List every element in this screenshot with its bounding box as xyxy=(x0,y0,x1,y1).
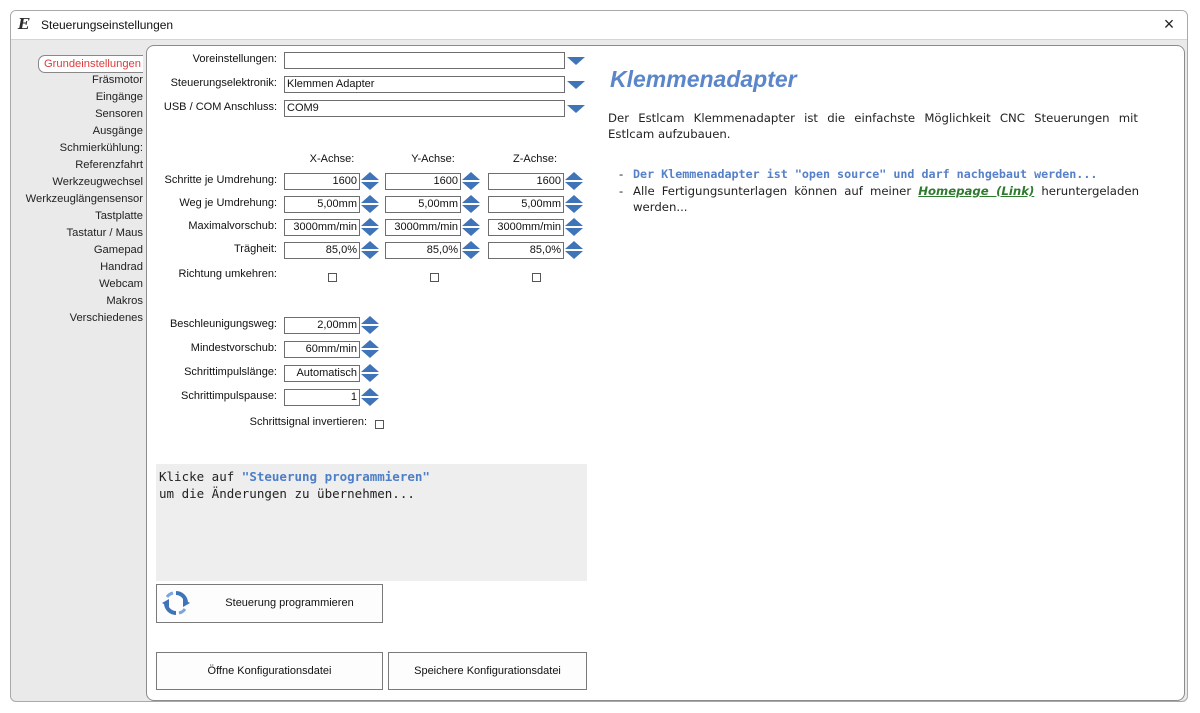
elektronik-label: Steuerungselektronik: xyxy=(170,77,277,89)
y-weg-spinner-icon[interactable] xyxy=(462,195,480,213)
z-schritte-input[interactable]: 1600 xyxy=(488,173,564,190)
x-axis-header: X-Achse: xyxy=(309,153,355,165)
z-axis-header: Z-Achse: xyxy=(512,153,557,165)
z-schritte-spinner-icon[interactable] xyxy=(565,172,583,190)
x-richtung-checkbox[interactable] xyxy=(328,273,337,282)
z-traegheit-input[interactable]: 85,0% xyxy=(488,242,564,259)
sidebar-item-eingaenge[interactable]: Eingänge xyxy=(96,89,143,105)
invertieren-label: Schrittsignal invertieren: xyxy=(249,416,367,428)
bullet-2-text: Alle Fertigungsunterlagen können auf mei… xyxy=(633,183,1139,215)
sidebar-item-handrad[interactable]: Handrad xyxy=(100,259,143,275)
info-highlight: "Steuerung programmieren" xyxy=(241,469,430,484)
open-config-button[interactable]: Öffne Konfigurationsdatei xyxy=(156,652,383,690)
homepage-link[interactable]: Homepage (Link) xyxy=(918,184,1034,198)
settings-window: E Steuerungseinstellungen × Grundeinstel… xyxy=(10,10,1188,702)
x-weg-spinner-icon[interactable] xyxy=(361,195,379,213)
y-traegheit-spinner-icon[interactable] xyxy=(462,241,480,259)
sidebar-item-tastplatte[interactable]: Tastplatte xyxy=(95,208,143,224)
sidebar-item-grundeinstellungen[interactable]: Grundeinstellungen xyxy=(37,55,143,73)
impulspause-label: Schrittimpulspause: xyxy=(181,390,277,402)
window-title: Steuerungseinstellungen xyxy=(41,18,174,32)
bullet-1-text: Der Klemmenadapter ist "open source" und… xyxy=(633,167,1098,181)
sidebar-item-makros[interactable]: Makros xyxy=(106,293,143,309)
x-maximalvorschub-spinner-icon[interactable] xyxy=(361,218,379,236)
refresh-icon xyxy=(162,591,190,615)
impulspause-spinner-icon[interactable] xyxy=(361,388,379,406)
x-traegheit-spinner-icon[interactable] xyxy=(361,241,379,259)
sidebar-item-sensoren[interactable]: Sensoren xyxy=(95,106,143,122)
save-config-button[interactable]: Speichere Konfigurationsdatei xyxy=(388,652,587,690)
bullet-2-before: Alle Fertigungsunterlagen können auf mei… xyxy=(633,184,919,198)
sidebar-item-webcam[interactable]: Webcam xyxy=(99,276,143,292)
voreinstellungen-dropdown-icon[interactable] xyxy=(567,57,585,65)
beschleunigung-input[interactable]: 2,00mm xyxy=(284,317,360,334)
program-button-label: Steuerung programmieren xyxy=(225,597,354,609)
x-weg-input[interactable]: 5,00mm xyxy=(284,196,360,213)
impulslaenge-spinner-icon[interactable] xyxy=(361,364,379,382)
voreinstellungen-select[interactable] xyxy=(284,52,565,69)
elektronik-dropdown-icon[interactable] xyxy=(567,81,585,89)
z-maximalvorschub-spinner-icon[interactable] xyxy=(565,218,583,236)
richtung-label: Richtung umkehren: xyxy=(178,268,277,280)
sidebar-item-werkzeugwechsel[interactable]: Werkzeugwechsel xyxy=(52,174,143,190)
program-controller-button[interactable]: Steuerung programmieren xyxy=(156,584,383,623)
z-weg-spinner-icon[interactable] xyxy=(565,195,583,213)
y-schritte-spinner-icon[interactable] xyxy=(462,172,480,190)
sidebar-item-schmierkuehlung[interactable]: Schmierkühlung: xyxy=(60,140,143,156)
sidebar-item-werkzeuglaengensensor[interactable]: Werkzeuglängensensor xyxy=(26,191,143,207)
info-box: Klicke auf "Steuerung programmieren" um … xyxy=(156,464,587,581)
elektronik-select[interactable]: Klemmen Adapter xyxy=(284,76,565,93)
usb-select[interactable]: COM9 xyxy=(284,100,565,117)
sidebar-item-fraesmotor[interactable]: Fräsmotor xyxy=(92,72,143,88)
y-traegheit-input[interactable]: 85,0% xyxy=(385,242,461,259)
y-weg-input[interactable]: 5,00mm xyxy=(385,196,461,213)
settings-panel: Voreinstellungen: Steuerungselektronik: … xyxy=(146,45,1185,701)
schritte-label: Schritte je Umdrehung: xyxy=(164,174,278,186)
impulslaenge-input[interactable]: Automatisch xyxy=(284,365,360,382)
y-maximalvorschub-input[interactable]: 3000mm/min xyxy=(385,219,461,236)
usb-label: USB / COM Anschluss: xyxy=(163,101,277,113)
y-axis-header: Y-Achse: xyxy=(411,153,455,165)
weg-label: Weg je Umdrehung: xyxy=(179,197,277,209)
z-traegheit-spinner-icon[interactable] xyxy=(565,241,583,259)
info-line-2: um die Änderungen zu übernehmen... xyxy=(159,486,415,501)
x-traegheit-input[interactable]: 85,0% xyxy=(284,242,360,259)
info-line-1: Klicke auf "Steuerung programmieren" xyxy=(159,469,430,484)
help-heading: Klemmenadapter xyxy=(610,66,797,92)
usb-dropdown-icon[interactable] xyxy=(567,105,585,113)
y-richtung-checkbox[interactable] xyxy=(430,273,439,282)
sidebar-item-ausgaenge[interactable]: Ausgänge xyxy=(93,123,143,139)
z-weg-input[interactable]: 5,00mm xyxy=(488,196,564,213)
mindestvorschub-label: Mindestvorschub: xyxy=(190,342,277,354)
impulspause-input[interactable]: 1 xyxy=(284,389,360,406)
invertieren-checkbox[interactable] xyxy=(375,420,384,429)
voreinstellungen-label: Voreinstellungen: xyxy=(192,53,277,65)
sidebar-item-tastatur-maus[interactable]: Tastatur / Maus xyxy=(67,225,143,241)
close-icon[interactable]: × xyxy=(1157,13,1181,35)
title-bar: E Steuerungseinstellungen × xyxy=(11,11,1187,40)
traegheit-label: Trägheit: xyxy=(233,243,277,255)
z-maximalvorschub-input[interactable]: 3000mm/min xyxy=(488,219,564,236)
x-maximalvorschub-input[interactable]: 3000mm/min xyxy=(284,219,360,236)
mindestvorschub-spinner-icon[interactable] xyxy=(361,340,379,358)
sidebar-item-verschiedenes[interactable]: Verschiedenes xyxy=(70,310,143,326)
help-description: Der Estlcam Klemmenadapter ist die einfa… xyxy=(608,111,1138,141)
z-richtung-checkbox[interactable] xyxy=(532,273,541,282)
x-schritte-input[interactable]: 1600 xyxy=(284,173,360,190)
x-schritte-spinner-icon[interactable] xyxy=(361,172,379,190)
y-maximalvorschub-spinner-icon[interactable] xyxy=(462,218,480,236)
estlcam-logo-icon: E xyxy=(18,15,30,33)
maximalvorschub-label: Maximalvorschub: xyxy=(188,220,277,232)
bullet-dash-1: - xyxy=(619,167,624,181)
beschleunigung-label: Beschleunigungsweg: xyxy=(169,318,277,330)
sidebar-item-referenzfahrt[interactable]: Referenzfahrt xyxy=(75,157,143,173)
impulslaenge-label: Schrittimpulslänge: xyxy=(184,366,277,378)
sidebar-item-gamepad[interactable]: Gamepad xyxy=(94,242,143,258)
mindestvorschub-input[interactable]: 60mm/min xyxy=(284,341,360,358)
info-prefix: Klicke auf xyxy=(159,469,242,484)
y-schritte-input[interactable]: 1600 xyxy=(385,173,461,190)
bullet-dash-2: - xyxy=(619,184,624,198)
beschleunigung-spinner-icon[interactable] xyxy=(361,316,379,334)
